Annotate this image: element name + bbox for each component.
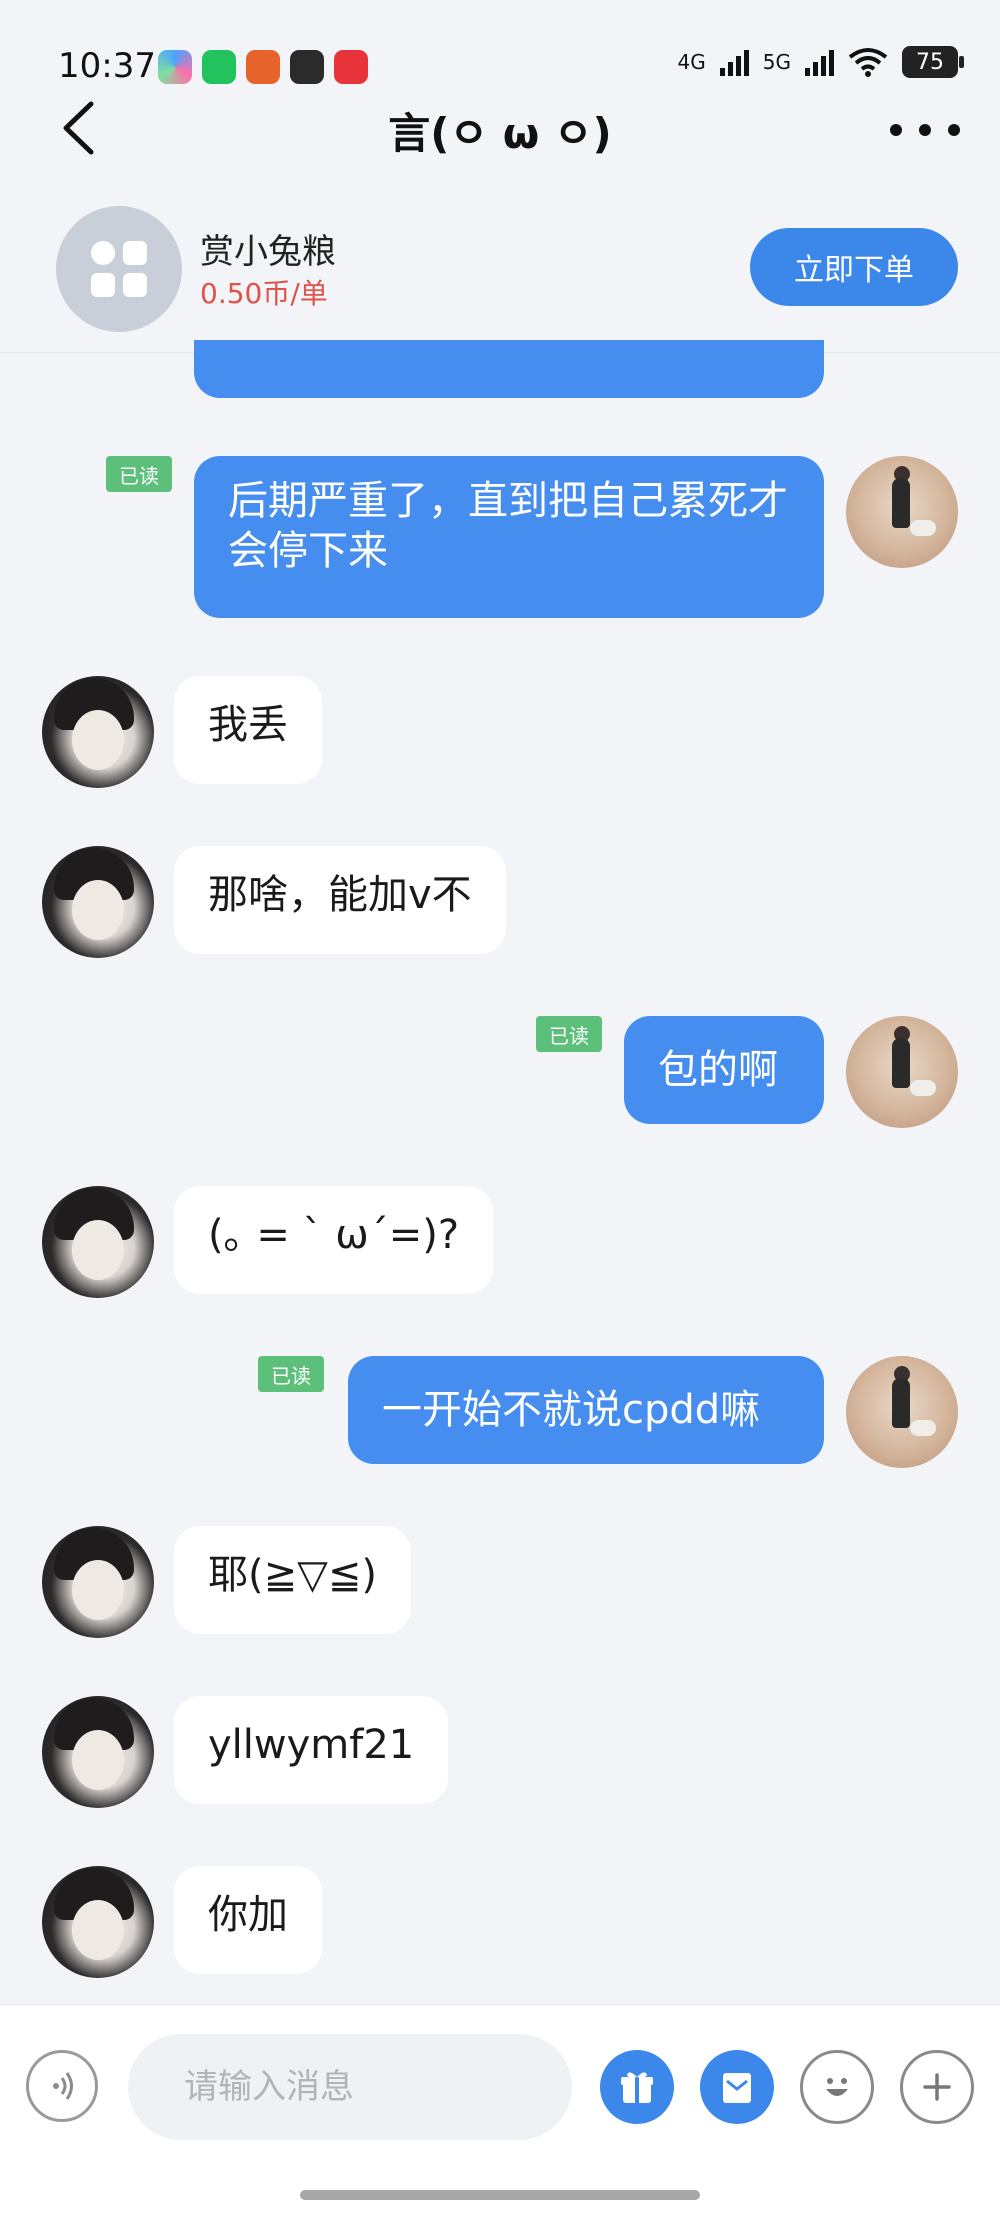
- voice-button[interactable]: [26, 2050, 98, 2122]
- more-dot-icon: [919, 124, 931, 136]
- contact-avatar[interactable]: [42, 676, 154, 788]
- my-avatar[interactable]: [846, 1016, 958, 1128]
- more-dot-icon: [948, 124, 960, 136]
- status-app-icons: [158, 50, 368, 84]
- status-time: 10:37: [58, 46, 156, 86]
- read-badge: 已读: [106, 456, 172, 492]
- emoji-button[interactable]: [800, 2050, 874, 2124]
- service-icon: [56, 206, 182, 332]
- message-bubble[interactable]: 包的啊: [624, 1016, 824, 1124]
- contact-avatar[interactable]: [42, 1526, 154, 1638]
- signal-icon: [805, 48, 834, 76]
- message-bubble[interactable]: 一开始不就说cpdd嘛: [348, 1356, 824, 1464]
- back-arrow-icon: [63, 101, 94, 155]
- message-bubble[interactable]: 耶(≧▽≦): [174, 1526, 412, 1634]
- gift-icon: [621, 2072, 653, 2103]
- battery-icon: 75: [902, 46, 964, 78]
- gift-button[interactable]: [600, 2050, 674, 2124]
- app-icon: [158, 50, 192, 84]
- read-badge: 已读: [258, 1356, 324, 1392]
- status-indicators: 4G 5G 75: [677, 46, 964, 78]
- service-name: 赏小兔粮: [200, 232, 336, 272]
- message-bubble[interactable]: 那啥，能加v不: [174, 846, 506, 954]
- envelope-icon: [723, 2073, 751, 2103]
- more-options-button[interactable]: [890, 110, 960, 150]
- app-icon: [246, 50, 280, 84]
- contact-avatar[interactable]: [42, 1186, 154, 1298]
- message-bubble[interactable]: 你加: [174, 1866, 322, 1974]
- network-5g-label: 5G: [762, 50, 791, 74]
- battery-level: 75: [916, 49, 944, 75]
- signal-icon: [719, 48, 749, 76]
- more-actions-button[interactable]: [900, 2050, 974, 2124]
- message-bubble[interactable]: yllwymf21: [174, 1696, 449, 1804]
- emoji-icon: [826, 2078, 848, 2096]
- order-now-button[interactable]: 立即下单: [750, 228, 958, 306]
- back-button[interactable]: [48, 98, 108, 158]
- chat-title: 言(ㅇ ω ㅇ): [388, 109, 612, 158]
- message-bubble[interactable]: 后期严重了，直到把自己累死才会停下来: [194, 456, 824, 618]
- message-bubble[interactable]: (｡ = ` ω´=)?: [174, 1186, 494, 1294]
- home-indicator[interactable]: [300, 2190, 700, 2200]
- plus-icon: [923, 2073, 951, 2101]
- voice-icon: [53, 2072, 73, 2100]
- service-price: 0.50币/单: [200, 277, 328, 310]
- contact-avatar[interactable]: [42, 1696, 154, 1808]
- contact-avatar[interactable]: [42, 1866, 154, 1978]
- app-icon: [290, 50, 324, 84]
- more-dot-icon: [890, 124, 902, 136]
- card-button[interactable]: [700, 2050, 774, 2124]
- network-4g-label: 4G: [677, 50, 706, 74]
- message-bubble[interactable]: 我丢: [174, 676, 322, 784]
- message-bubble-partial: [194, 340, 824, 398]
- message-input[interactable]: [128, 2034, 572, 2140]
- app-icon: [334, 50, 368, 84]
- read-badge: 已读: [536, 1016, 602, 1052]
- wechat-icon: [202, 50, 236, 84]
- my-avatar[interactable]: [846, 456, 958, 568]
- my-avatar[interactable]: [846, 1356, 958, 1468]
- wifi-icon: [848, 48, 888, 77]
- contact-avatar[interactable]: [42, 846, 154, 958]
